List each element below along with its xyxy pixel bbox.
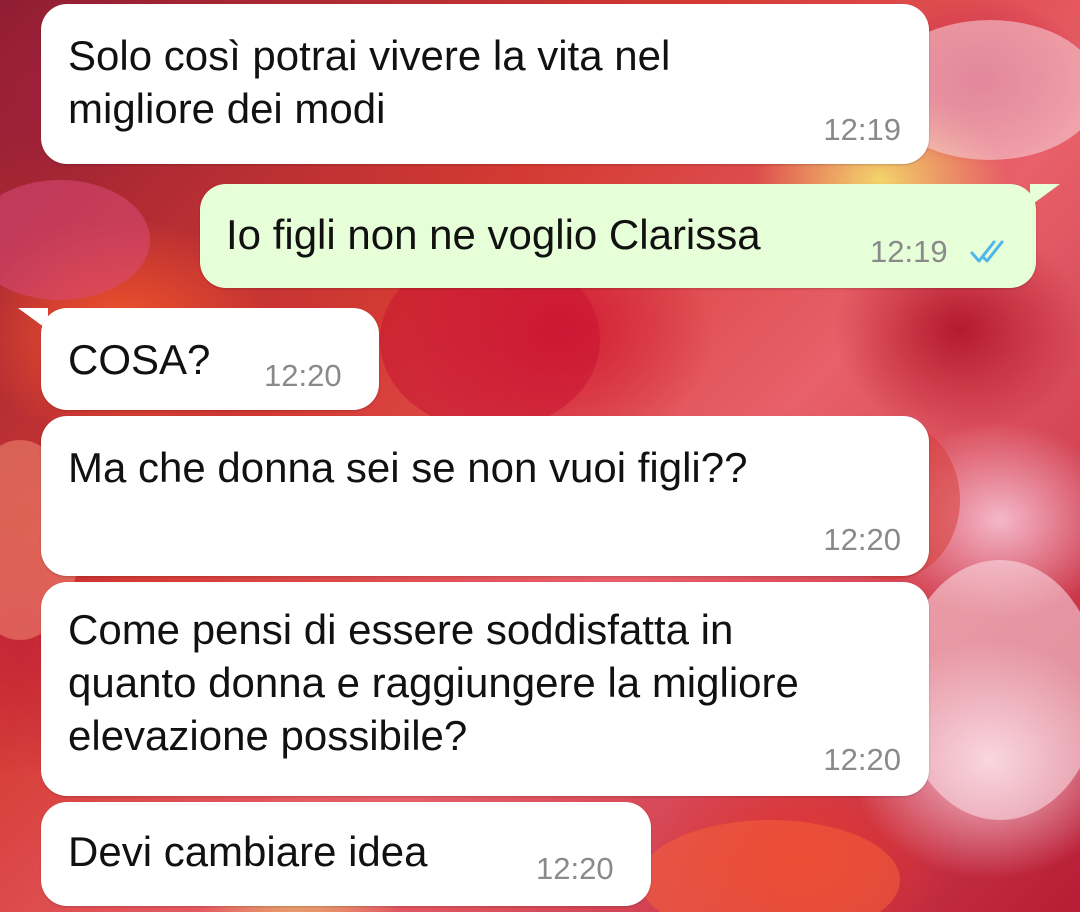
outgoing-bubble-tail (1030, 184, 1060, 206)
message-text: Io figli non ne voglio Clarissa (226, 211, 761, 258)
message-text: Devi cambiare idea (68, 828, 428, 875)
double-check-icon (970, 240, 1004, 263)
message-timestamp: 12:20 (823, 742, 901, 777)
message-bubble-incoming[interactable]: Devi cambiare idea 12:20 (41, 802, 651, 906)
message-text: COSA? (68, 336, 211, 383)
message-text: Come pensi di essere soddisfatta in quan… (68, 606, 799, 759)
message-bubble-incoming[interactable]: Solo così potrai vivere la vita nel migl… (41, 4, 929, 164)
message-bubble-incoming[interactable]: Come pensi di essere soddisfatta in quan… (41, 582, 929, 796)
message-bubble-outgoing[interactable]: Io figli non ne voglio Clarissa 12:19 (200, 184, 1036, 288)
message-text: Solo così potrai vivere la vita nel migl… (68, 32, 671, 132)
message-timestamp: 12:20 (536, 851, 614, 886)
message-timestamp: 12:20 (264, 358, 342, 393)
message-bubble-incoming[interactable]: Ma che donna sei se non vuoi figli?? 12:… (41, 416, 929, 576)
message-timestamp: 12:19 (823, 112, 901, 147)
message-text: Ma che donna sei se non vuoi figli?? (68, 444, 748, 491)
message-timestamp: 12:20 (823, 522, 901, 557)
message-bubble-incoming[interactable]: COSA? 12:20 (41, 308, 379, 410)
message-timestamp: 12:19 (870, 234, 948, 269)
